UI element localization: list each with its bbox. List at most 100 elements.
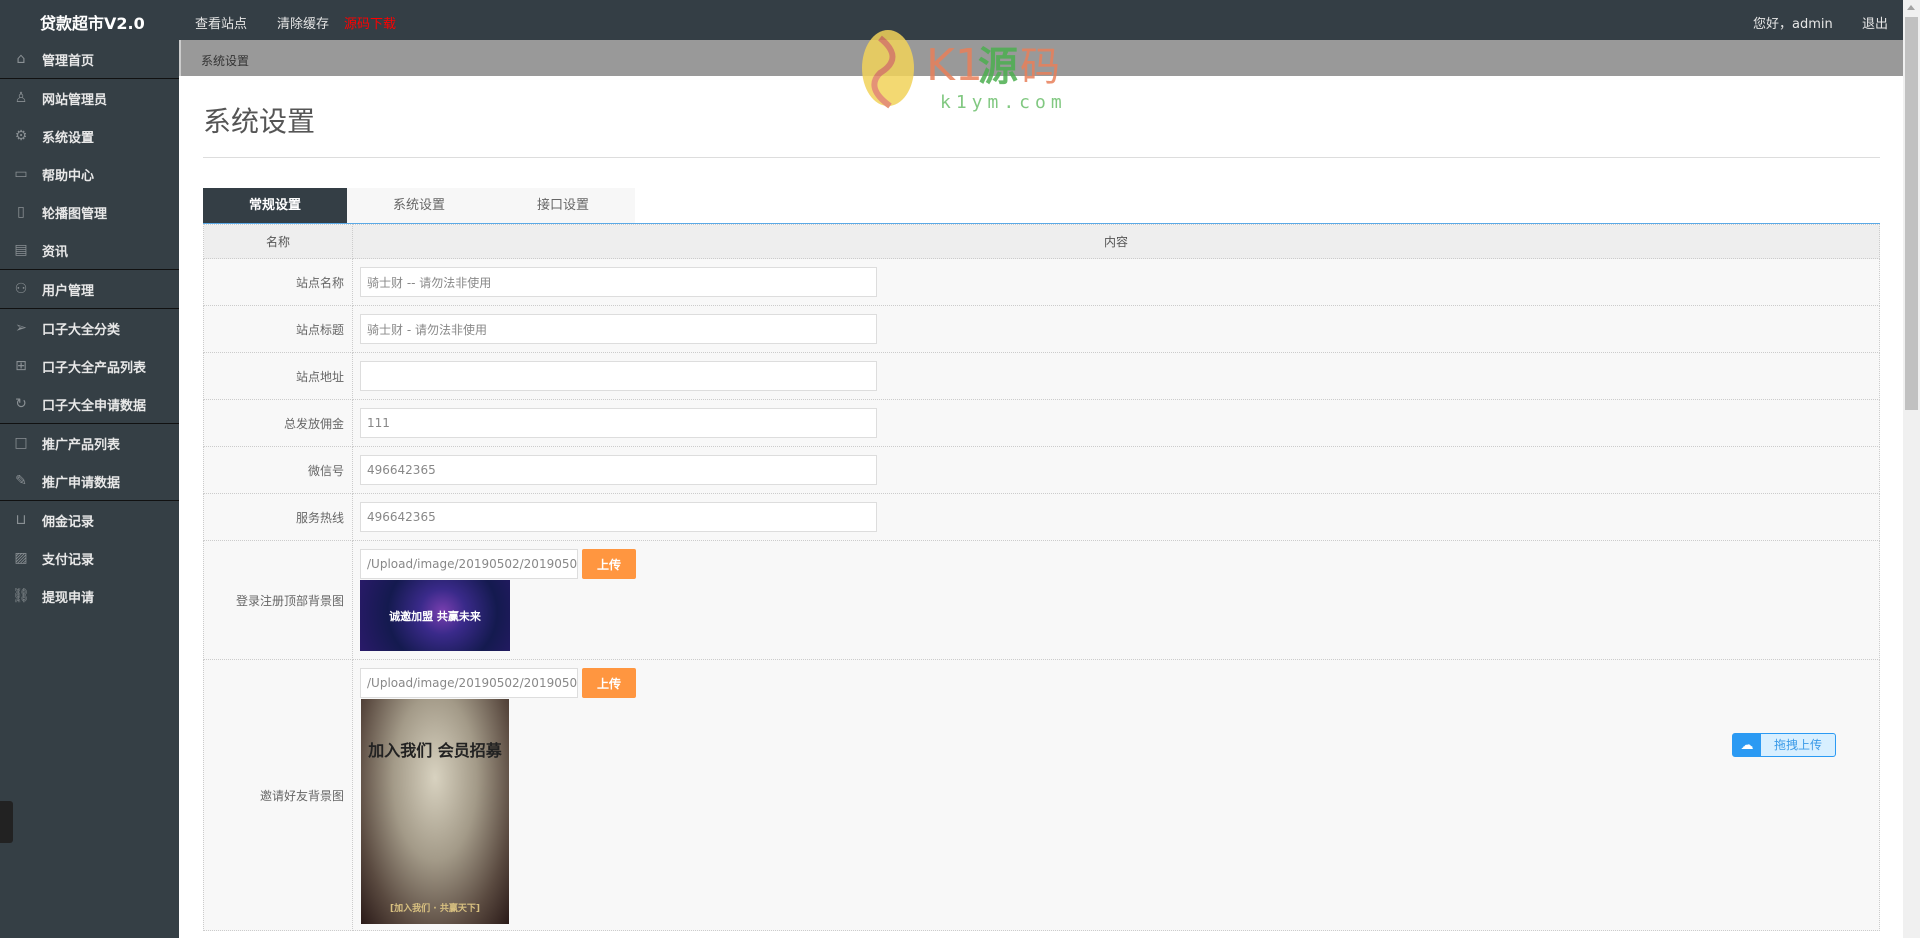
file-icon: ▯	[17, 204, 25, 220]
home-icon: ⌂	[16, 51, 26, 67]
table-row: 服务热线 496642365	[203, 493, 1880, 541]
field-label: 总发放佣金	[203, 399, 353, 447]
table-row: 总发放佣金 111	[203, 399, 1880, 447]
sidebar-item-label: 口子大全申请数据	[42, 398, 147, 414]
sidebar: ⌂ 管理首页 ♙ 网站管理员 ⚙ 系统设置 ▭ 帮助中心 ▯ 轮播图管理 ▤ 资讯 ⚇ 用户管…	[0, 40, 179, 938]
news-icon: ▤	[14, 242, 28, 258]
sidebar-item-carousel[interactable]: ▯ 轮播图管理	[0, 193, 179, 231]
link-icon: ⛓	[12, 588, 30, 604]
sidebar-item-help[interactable]: ▭ 帮助中心	[0, 155, 179, 193]
tab-system[interactable]: 系统设置	[347, 188, 491, 223]
drag-upload-button[interactable]: ☁ 拖拽上传	[1732, 733, 1836, 757]
sidebar-item-label: 轮播图管理	[42, 206, 108, 222]
site-title-input[interactable]: 骑士财 - 请勿法非使用	[360, 314, 877, 344]
table-row: 微信号 496642365	[203, 446, 1880, 494]
square-icon: □	[14, 435, 28, 451]
top-bar: 贷款超市V2.0 查看站点 清除缓存 源码下载 您好，admin 退出	[0, 0, 1903, 40]
sidebar-item-label: 管理首页	[42, 53, 95, 69]
image-icon: ▨	[14, 550, 28, 566]
sidebar-item-settings[interactable]: ⚙ 系统设置	[0, 117, 179, 155]
sidebar-item-label: 系统设置	[42, 130, 95, 146]
table-row: 站点标题 骑士财 - 请勿法非使用	[203, 305, 1880, 353]
scrollbar-thumb[interactable]	[1905, 17, 1918, 410]
cloud-icon: ☁	[1733, 734, 1761, 756]
sidebar-item-kouzi-products[interactable]: ⊞ 口子大全产品列表	[0, 347, 179, 385]
sidebar-item-payments[interactable]: ▨ 支付记录	[0, 539, 179, 577]
title-divider	[203, 157, 1880, 158]
vertical-scrollbar[interactable]	[1903, 0, 1920, 938]
scroll-up-arrow-icon[interactable]	[1907, 5, 1915, 10]
book-icon: ▭	[14, 166, 28, 182]
upload-button[interactable]: 上传	[582, 549, 636, 579]
source-download-link[interactable]: 源码下载	[344, 13, 396, 32]
clear-cache-link[interactable]: 清除缓存	[277, 13, 329, 32]
field-label: 邀请好友背景图	[203, 659, 353, 931]
settings-table: 名称 内容 站点名称 骑士财 -- 请勿法非使用 站点标题 骑士财 - 请勿法非使用…	[203, 224, 1880, 931]
tab-api[interactable]: 接口设置	[491, 188, 635, 223]
header-name: 名称	[203, 224, 353, 259]
sidebar-item-label: 帮助中心	[42, 168, 95, 184]
image-footer-text: [加入我们 · 共赢天下]	[390, 904, 480, 914]
field-label: 微信号	[203, 446, 353, 494]
sidebar-item-kouzi-category[interactable]: ➢ 口子大全分类	[0, 309, 179, 347]
sidebar-item-label: 口子大全产品列表	[42, 360, 147, 376]
sidebar-item-promo-applications[interactable]: ✎ 推广申请数据	[0, 462, 179, 500]
login-bg-path-input[interactable]: /Upload/image/20190502/20190502154	[360, 549, 578, 579]
site-url-input[interactable]	[360, 361, 877, 391]
sidebar-item-home[interactable]: ⌂ 管理首页	[0, 40, 179, 78]
sidebar-item-label: 资讯	[42, 244, 69, 260]
send-icon: ➢	[15, 320, 27, 336]
side-widget-handle[interactable]	[0, 801, 13, 843]
table-row: 邀请好友背景图 /Upload/image/20190502/201905021…	[203, 659, 1880, 931]
page-title: 系统设置	[203, 105, 316, 138]
inbox-icon: ⊔	[15, 512, 27, 528]
table-row: 站点名称 骑士财 -- 请勿法非使用	[203, 258, 1880, 306]
logout-link[interactable]: 退出	[1862, 13, 1888, 32]
tab-general[interactable]: 常规设置	[203, 188, 347, 223]
sidebar-item-admins[interactable]: ♙ 网站管理员	[0, 79, 179, 117]
sidebar-item-commission[interactable]: ⊔ 佣金记录	[0, 501, 179, 539]
sidebar-item-kouzi-applications[interactable]: ↻ 口子大全申请数据	[0, 385, 179, 423]
field-label: 站点名称	[203, 258, 353, 306]
table-row: 登录注册顶部背景图 /Upload/image/20190502/2019050…	[203, 540, 1880, 660]
users-icon: ⚇	[14, 281, 28, 297]
site-name-input[interactable]: 骑士财 -- 请勿法非使用	[360, 267, 877, 297]
sidebar-item-users[interactable]: ⚇ 用户管理	[0, 270, 179, 308]
drag-upload-label: 拖拽上传	[1773, 738, 1822, 752]
login-bg-preview-image: 诚邀加盟 共赢未来	[360, 580, 510, 651]
image-text: 加入我们 会员招募	[368, 741, 502, 760]
sidebar-item-withdraw[interactable]: ⛓ 提现申请	[0, 577, 179, 615]
sidebar-item-news[interactable]: ▤ 资讯	[0, 231, 179, 269]
total-commission-input[interactable]: 111	[360, 408, 877, 438]
refresh-icon: ↻	[15, 396, 27, 412]
wechat-input[interactable]: 496642365	[360, 455, 877, 485]
table-row: 站点地址	[203, 352, 1880, 400]
settings-tabs: 常规设置 系统设置 接口设置	[203, 188, 635, 223]
user-icon: ♙	[14, 90, 28, 106]
image-text: 诚邀加盟 共赢未来	[389, 609, 481, 623]
sidebar-item-label: 口子大全分类	[42, 322, 121, 338]
header-content: 内容	[352, 224, 1880, 259]
sidebar-item-label: 支付记录	[42, 552, 95, 568]
sidebar-item-label: 推广申请数据	[42, 475, 121, 491]
invite-bg-path-input[interactable]: /Upload/image/20190502/20190502154	[360, 668, 578, 698]
edit-icon: ✎	[15, 473, 27, 489]
app-logo: 贷款超市V2.0	[40, 14, 145, 33]
view-site-link[interactable]: 查看站点	[195, 13, 247, 32]
sidebar-item-promo-products[interactable]: □ 推广产品列表	[0, 424, 179, 462]
field-label: 站点地址	[203, 352, 353, 400]
grid-icon: ⊞	[15, 358, 27, 374]
hotline-input[interactable]: 496642365	[360, 502, 877, 532]
field-label: 服务热线	[203, 493, 353, 541]
sidebar-item-label: 提现申请	[42, 590, 95, 606]
svg-text:k1ym.com: k1ym.com	[940, 92, 1067, 113]
sidebar-item-label: 推广产品列表	[42, 437, 121, 453]
sidebar-item-label: 网站管理员	[42, 92, 108, 108]
table-header: 名称 内容	[203, 224, 1880, 259]
gear-icon: ⚙	[14, 128, 28, 144]
upload-button[interactable]: 上传	[582, 668, 636, 698]
sidebar-item-label: 佣金记录	[42, 514, 95, 530]
field-label: 站点标题	[203, 305, 353, 353]
greeting: 您好，admin	[1753, 17, 1833, 32]
breadcrumb: 系统设置	[179, 40, 1903, 76]
